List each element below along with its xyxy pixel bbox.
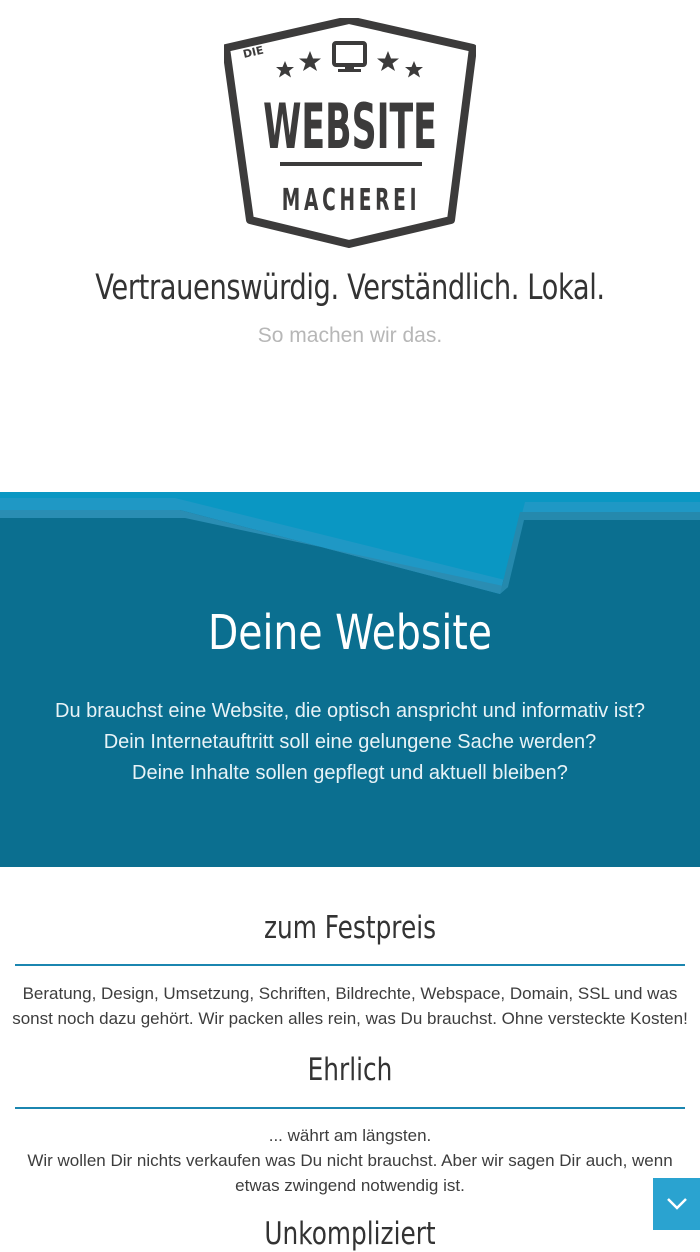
band-line: Dein Internetauftritt soll eine gelungen… (103, 731, 597, 753)
band-title: Deine Website (207, 605, 493, 661)
band-line: Deine Inhalte sollen gepflegt und aktuel… (132, 762, 568, 784)
feature-text-ehrlich: ... währt am längsten. Wir wollen Dir ni… (10, 1123, 690, 1198)
feature-title-unkompliziert: Unkompliziert (264, 1216, 436, 1252)
feature-line: Wir wollen Dir nichts verkaufen was Du n… (27, 1151, 673, 1195)
logo-sub-word: MACHEREI (282, 182, 420, 217)
intro-band (0, 492, 700, 867)
logo-main-word: WEBSITE (263, 90, 437, 163)
band-text: Du brauchst eine Website, die optisch an… (0, 696, 700, 789)
band-wave-decoration (0, 492, 700, 594)
feature-title-ehrlich: Ehrlich (307, 1052, 393, 1088)
feature-line: ... währt am längsten. (268, 1126, 432, 1145)
logo-badge: DIE WEBSITE MACHEREI (222, 16, 477, 248)
feature-title-festpreis: zum Festpreis (263, 910, 437, 946)
feature-divider (15, 964, 685, 966)
scroll-down-button[interactable] (653, 1178, 700, 1230)
hero-tagline: Vertrauenswürdig. Verständlich. Lokal. (95, 268, 605, 308)
band-line: Du brauchst eine Website, die optisch an… (55, 700, 645, 722)
feature-text-festpreis: Beratung, Design, Umsetzung, Schriften, … (12, 984, 688, 1028)
feature-divider (15, 1107, 685, 1109)
chevron-down-icon (666, 1198, 687, 1210)
hero-subtitle: So machen wir das. (257, 324, 443, 347)
site-logo[interactable]: DIE WEBSITE MACHEREI (222, 16, 477, 248)
